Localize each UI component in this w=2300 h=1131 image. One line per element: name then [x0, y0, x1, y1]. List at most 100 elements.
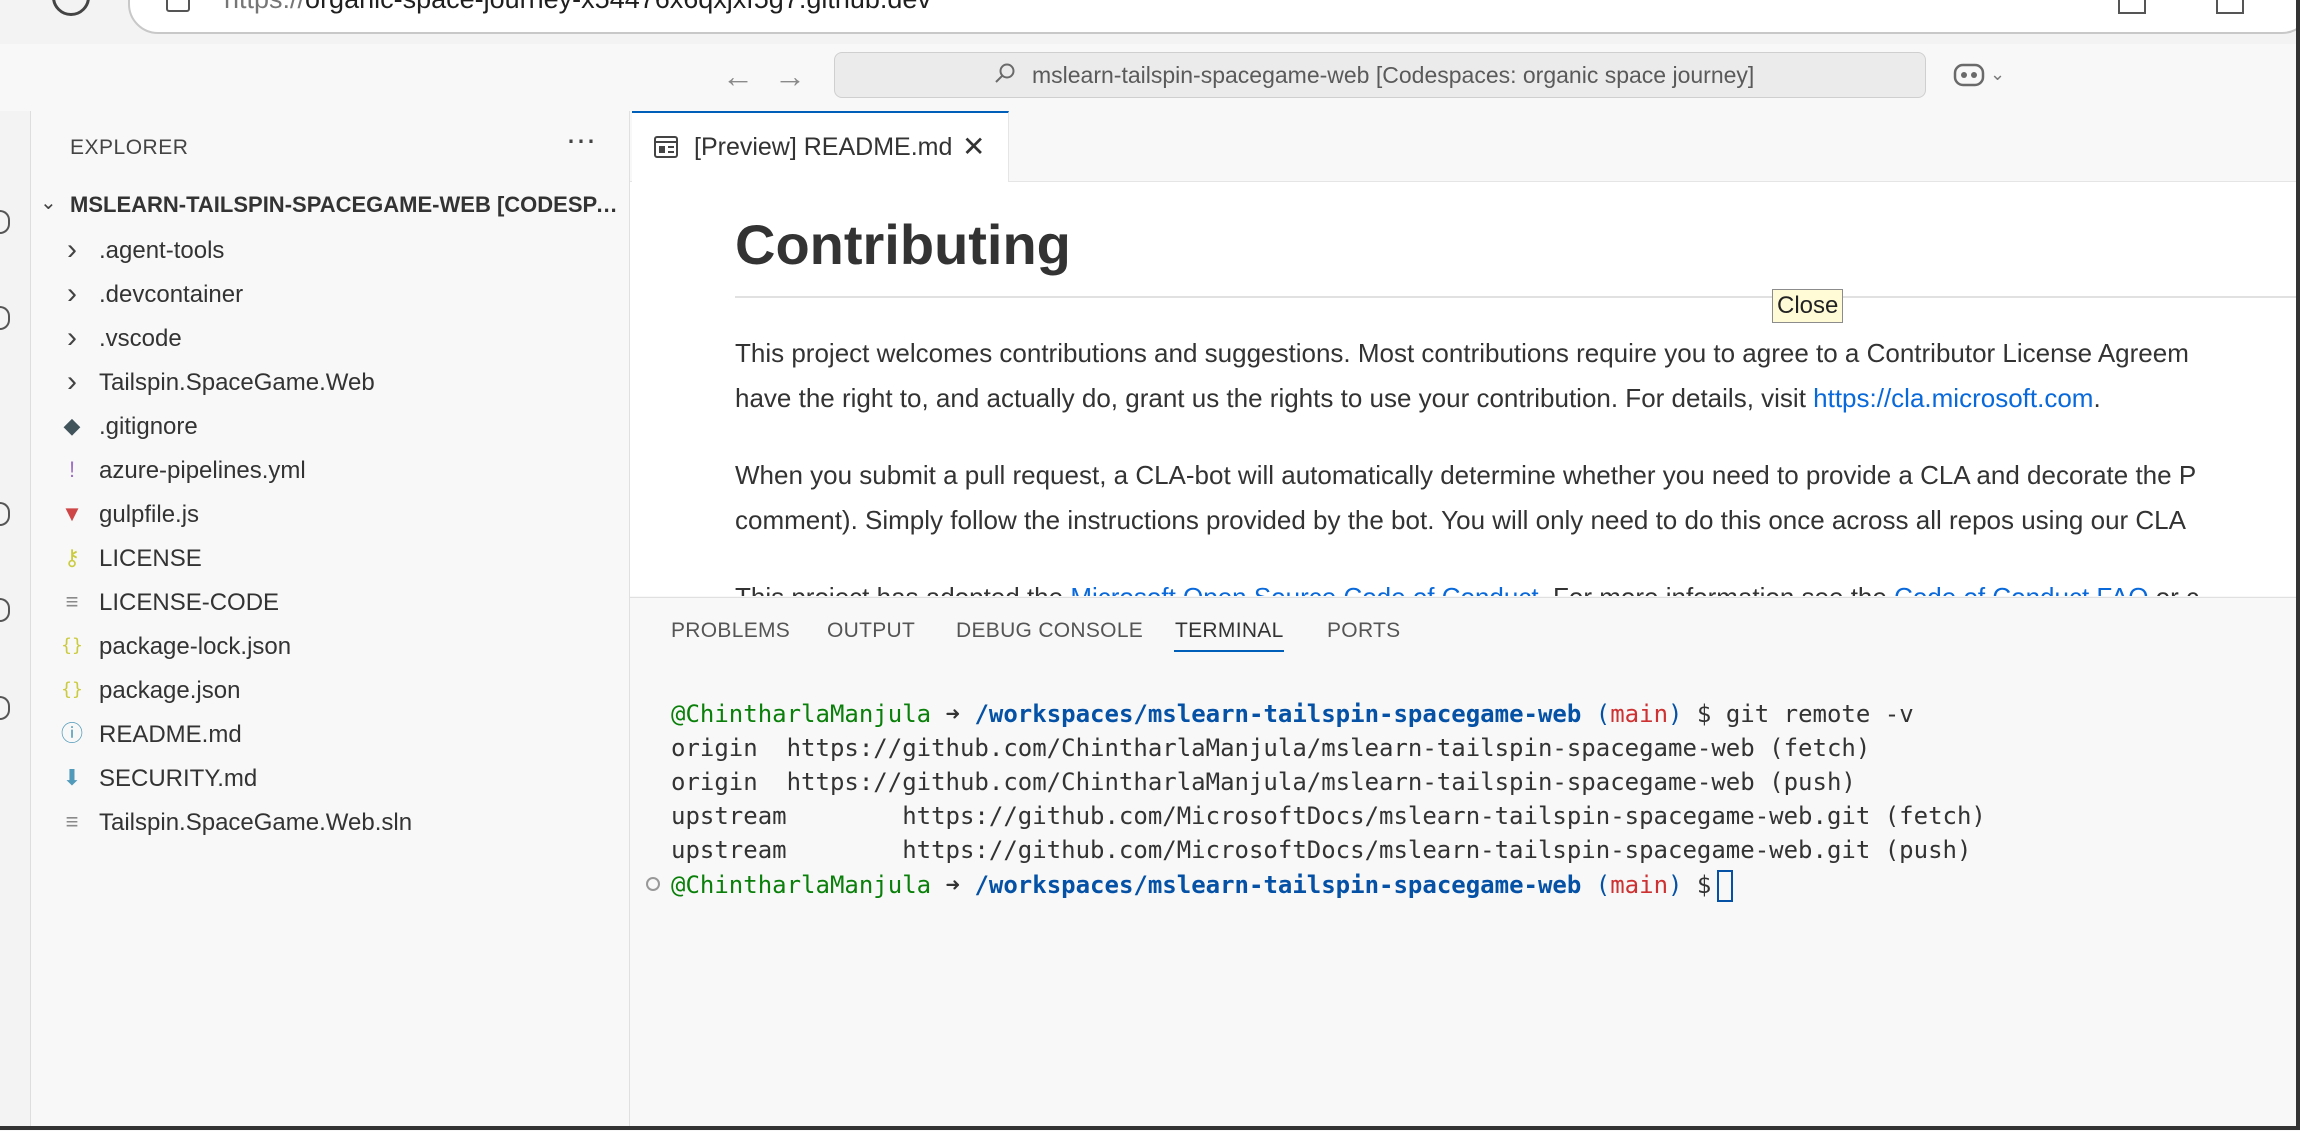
paragraph-text: . For more information see the — [1539, 582, 1894, 596]
terminal-prompt-line[interactable]: @ChintharlaManjula ➜ /workspaces/mslearn… — [671, 870, 1734, 902]
forward-arrow-icon[interactable]: → — [774, 58, 806, 95]
close-icon[interactable]: ✕ — [962, 130, 985, 163]
file-tree-item[interactable]: › .vscode — [48, 317, 618, 361]
chevron-right-icon: › — [67, 277, 77, 310]
file-tree-item-label: LICENSE-CODE — [99, 589, 280, 616]
preview-clip: This project has adopted the Microsoft O… — [630, 182, 2300, 596]
tab-label: [Preview] README.md — [694, 133, 953, 161]
file-tree-item-label: Tailspin.SpaceGame.Web.sln — [99, 809, 413, 836]
terminal-path: /workspaces/mslearn-tailspin-spacegame-w… — [974, 871, 1582, 899]
file-tree-item[interactable]: › .agent-tools — [48, 229, 618, 273]
terminal-cursor[interactable] — [1717, 870, 1734, 902]
file-tree-item-label: Tailspin.SpaceGame.Web — [99, 369, 375, 396]
git-icon: ◆ — [63, 413, 81, 438]
chevron-right-icon: › — [67, 365, 77, 398]
text-file-icon: ≡ — [65, 809, 79, 834]
file-tree-item[interactable]: ◆ .gitignore — [48, 405, 618, 449]
file-tree-item-label: azure-pipelines.yml — [99, 457, 306, 484]
paragraph-text: or c — [2148, 582, 2199, 596]
terminal-paren: ( — [1581, 871, 1611, 899]
tab-debug-console[interactable]: DEBUG CONSOLE — [956, 619, 1143, 643]
preview-icon — [654, 136, 678, 158]
terminal-output-line: origin https://github.com/ChintharlaManj… — [671, 734, 1871, 762]
file-tree-item[interactable]: ▼ gulpfile.js — [48, 493, 618, 537]
file-tree-item-label: .devcontainer — [99, 281, 244, 308]
file-tree-item[interactable]: ≡ LICENSE-CODE — [48, 581, 618, 625]
terminal-output-line: upstream https://github.com/MicrosoftDoc… — [671, 836, 1972, 864]
command-decoration-icon[interactable] — [646, 877, 660, 891]
explorer-title: EXPLORER — [70, 136, 189, 159]
url-scheme: https:// — [224, 0, 305, 14]
license-key-icon: ⚷ — [63, 545, 81, 570]
terminal-paren: ( — [1581, 700, 1611, 728]
terminal-paren: ) — [1668, 700, 1683, 728]
text-file-icon: ≡ — [65, 589, 79, 614]
file-tree-item[interactable]: ⬇ SECURITY.md — [48, 757, 618, 801]
bottom-panel — [630, 597, 2300, 1131]
faq-link[interactable]: Code of Conduct FAQ — [1894, 582, 2148, 596]
terminal-arrow: ➜ — [931, 700, 975, 728]
chevron-right-icon: › — [67, 233, 77, 266]
split-screen-icon[interactable] — [2118, 0, 2146, 14]
url-text[interactable]: https://organic-space-journey-x54476x6qx… — [224, 0, 931, 15]
terminal-output-line: origin https://github.com/ChintharlaManj… — [671, 768, 1856, 796]
terminal-branch: main — [1610, 700, 1669, 728]
tab-output[interactable]: OUTPUT — [827, 619, 915, 643]
url-host: organic-space-journey-x54476x6qxjxf5g7.g… — [305, 0, 931, 14]
window-border — [2296, 0, 2300, 1130]
file-tree-item-label: package.json — [99, 677, 241, 704]
paragraph-text: This project has adopted the — [735, 582, 1070, 596]
tab-problems[interactable]: PROBLEMS — [671, 619, 790, 643]
file-tree-item-label: LICENSE — [99, 545, 202, 572]
tab-ports[interactable]: PORTS — [1327, 619, 1400, 643]
code-of-conduct-link[interactable]: Microsoft Open Source Code of Conduct — [1070, 582, 1538, 596]
file-tree-item-label: .gitignore — [99, 413, 198, 440]
site-info-icon[interactable] — [166, 0, 190, 12]
file-tree-item-label: .vscode — [99, 325, 182, 352]
file-tree-item[interactable]: ! azure-pipelines.yml — [48, 449, 618, 493]
json-icon: {} — [61, 679, 83, 700]
search-icon — [995, 63, 1015, 83]
terminal-command: $ git remote -v — [1682, 700, 1914, 728]
copilot-icon[interactable] — [1952, 60, 1986, 90]
file-tree-item[interactable]: ⓘ README.md — [48, 713, 618, 757]
terminal-output-line: upstream https://github.com/MicrosoftDoc… — [671, 802, 1986, 830]
terminal-user: @ChintharlaManjula — [671, 700, 932, 728]
workspace-root[interactable]: MSLEARN-TAILSPIN-SPACEGAME-WEB [CODESPAC… — [70, 192, 622, 218]
chevron-right-icon: › — [67, 321, 77, 354]
yaml-icon: ! — [68, 457, 76, 482]
file-tree-item[interactable]: ≡ Tailspin.SpaceGame.Web.sln — [48, 801, 618, 845]
tab-terminal[interactable]: TERMINAL — [1175, 619, 1284, 643]
file-tree-item-label: SECURITY.md — [99, 765, 258, 792]
terminal-path: /workspaces/mslearn-tailspin-spacegame-w… — [974, 700, 1582, 728]
file-tree-item-label: package-lock.json — [99, 633, 292, 660]
command-center-label: mslearn-tailspin-spacegame-web [Codespac… — [1032, 62, 1755, 88]
info-icon: ⓘ — [60, 721, 83, 746]
file-tree-item[interactable]: › Tailspin.SpaceGame.Web — [48, 361, 618, 405]
window-border — [0, 1126, 2300, 1130]
back-arrow-icon[interactable]: ← — [722, 58, 754, 95]
active-tab-indicator — [1174, 650, 1284, 652]
terminal-arrow: ➜ — [931, 871, 975, 899]
file-tree-item-label: .agent-tools — [99, 237, 225, 264]
file-tree-item[interactable]: ⚷ LICENSE — [48, 537, 618, 581]
download-arrow-icon: ⬇ — [62, 765, 82, 790]
gulp-icon: ▼ — [61, 501, 83, 526]
terminal-user: @ChintharlaManjula — [671, 871, 932, 899]
terminal-paren: ) — [1668, 871, 1683, 899]
terminal-command-line: @ChintharlaManjula ➜ /workspaces/mslearn… — [671, 700, 1914, 728]
file-tree-item-label: gulpfile.js — [99, 501, 200, 528]
paragraph-line: This project has adopted the Microsoft O… — [735, 582, 2199, 596]
file-tree-item[interactable]: {} package-lock.json — [48, 625, 618, 669]
terminal-prompt: $ — [1682, 871, 1712, 899]
file-tree-item[interactable]: › .devcontainer — [48, 273, 618, 317]
file-tree-item[interactable]: {} package.json — [48, 669, 618, 713]
terminal-branch: main — [1610, 871, 1669, 899]
file-tree-item-label: README.md — [99, 721, 242, 748]
more-actions-icon[interactable]: ⋯ — [566, 124, 596, 159]
close-tooltip: Close — [1772, 289, 1844, 323]
chevron-down-icon[interactable]: ⌄ — [1990, 64, 2005, 85]
window-layout-icon[interactable] — [2216, 0, 2244, 14]
json-icon: {} — [61, 635, 83, 656]
chevron-down-icon[interactable]: ⌄ — [40, 190, 57, 215]
